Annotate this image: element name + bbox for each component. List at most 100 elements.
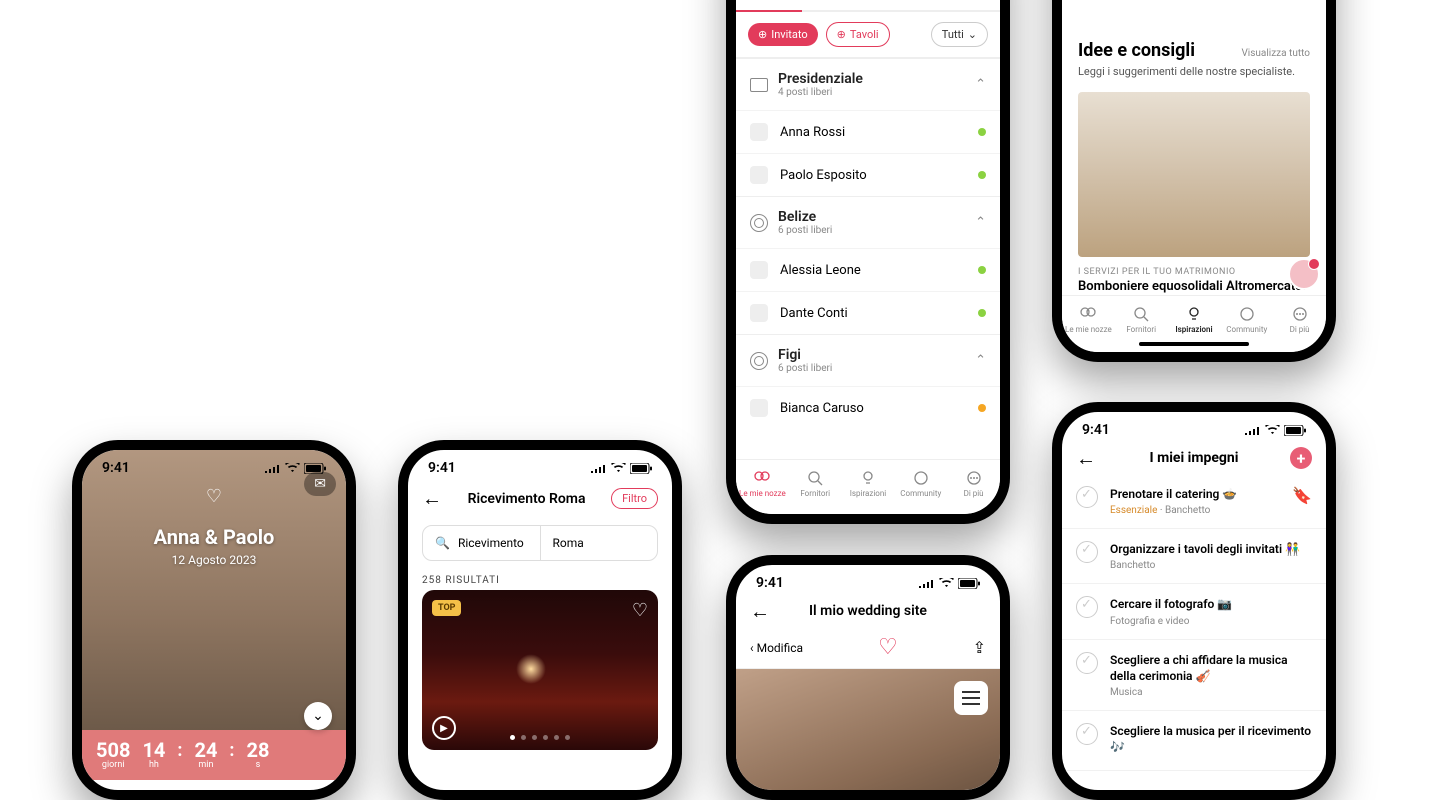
phone-dashboard: 9:41 ♡ ✉ Anna & Paolo 12 Agosto 2023 508… <box>72 440 356 800</box>
status-bar: 9:41 <box>82 450 346 480</box>
task-row[interactable]: Prenotare il catering 🍲 Essenziale · Ban… <box>1062 474 1326 529</box>
status-dot <box>978 404 986 412</box>
result-count: 258 RISULTATI <box>408 569 672 590</box>
back-button[interactable]: ← <box>422 486 442 511</box>
share-icon[interactable]: ⇪ <box>973 638 986 657</box>
battery-icon <box>630 463 652 474</box>
guest-row[interactable]: Alessia Leone <box>736 248 1000 291</box>
home-indicator <box>1139 342 1249 346</box>
task-checkbox[interactable] <box>1076 723 1098 745</box>
tab-community[interactable]: Community <box>894 470 947 498</box>
task-title: Prenotare il catering 🍲 <box>1110 486 1280 502</box>
carousel-dots[interactable] <box>422 735 658 740</box>
search-where[interactable]: Roma <box>553 536 584 550</box>
checkbox[interactable] <box>750 304 768 322</box>
table-section: Presidenziale 4 posti liberi ⌃ Anna Ross… <box>736 58 1000 196</box>
seats-free: 6 posti liberi <box>778 225 832 236</box>
filter-button[interactable]: Filtro <box>611 488 658 509</box>
cd-min: 24 <box>194 740 217 760</box>
phone-tasks: 9:41 ← I miei impegni + Prenotare il cat… <box>1052 402 1336 800</box>
view-all-link[interactable]: Visualizza tutto <box>1241 48 1310 59</box>
avatar-p: P <box>114 794 140 800</box>
tab-vendors[interactable]: Fornitori <box>1115 306 1168 334</box>
status-time: 9:41 <box>756 575 784 591</box>
expand-button[interactable]: ⌄ <box>304 702 332 730</box>
result-card[interactable]: TOP ♡ ▶ <box>422 590 658 750</box>
add-task-button[interactable]: + <box>1290 447 1312 469</box>
task-checkbox[interactable] <box>1076 541 1098 563</box>
bookmark-icon[interactable]: 🔖 <box>1292 486 1312 516</box>
tab-bar: Le mie nozze Fornitori Ispirazioni Commu… <box>736 459 1000 514</box>
tab-wedding[interactable]: Le mie nozze <box>1062 306 1115 334</box>
task-checkbox[interactable] <box>1076 652 1098 674</box>
status-bar: 9:41 <box>1062 412 1326 442</box>
assistant-bubble[interactable] <box>1288 258 1320 290</box>
favorite-icon[interactable]: ♡ <box>632 600 648 621</box>
task-checkbox[interactable] <box>1076 486 1098 508</box>
task-row[interactable]: Organizzare i tavoli degli invitati 👫 Ba… <box>1062 529 1326 584</box>
hero-image: ♡ ✉ Anna & Paolo 12 Agosto 2023 <box>82 450 346 730</box>
task-row[interactable]: Scegliere a chi affidare la musica della… <box>1062 640 1326 711</box>
table-icon <box>750 78 768 92</box>
search-what[interactable]: Ricevimento <box>458 536 524 550</box>
phone-site: 9:41 ← Il mio wedding site ‹ Modifica ♡ … <box>726 555 1010 800</box>
back-button[interactable]: ← <box>750 599 770 624</box>
guest-row[interactable]: Anna Rossi <box>736 110 1000 153</box>
status-time: 9:41 <box>1082 422 1110 438</box>
cd-hh: 14 <box>142 740 165 760</box>
checkbox[interactable] <box>750 123 768 141</box>
task-checkbox[interactable] <box>1076 596 1098 618</box>
cover-image <box>736 669 1000 800</box>
add-guest-button[interactable]: ⊕ Invitato <box>748 23 818 46</box>
cd-days: 508 <box>96 740 130 760</box>
edit-button[interactable]: ‹ Modifica <box>750 641 803 655</box>
status-time: 9:41 <box>428 460 456 476</box>
tab-more[interactable]: Di più <box>1273 306 1326 334</box>
checkbox[interactable] <box>750 399 768 417</box>
table-section: Figi 6 posti liberi ⌃ Bianca Caruso <box>736 334 1000 429</box>
tab-vendors[interactable]: Fornitori <box>789 470 842 498</box>
table-header[interactable]: Figi 6 posti liberi ⌃ <box>736 335 1000 386</box>
tab-inspiration[interactable]: Ispirazioni <box>842 470 895 498</box>
status-dot <box>978 309 986 317</box>
signal-icon <box>265 463 281 473</box>
checkbox[interactable] <box>750 261 768 279</box>
tab-inspiration[interactable]: Ispirazioni <box>1168 306 1221 334</box>
status-bar: 9:41 <box>408 450 672 480</box>
tab-more[interactable]: Di più <box>947 470 1000 498</box>
wifi-icon <box>611 463 626 473</box>
task-row[interactable]: Scegliere la musica per il ricevimento 🎶 <box>1062 711 1326 771</box>
couple-names: Anna & Paolo <box>154 525 275 549</box>
guest-row[interactable]: Bianca Caruso <box>736 386 1000 429</box>
task-title: Cercare il fotografo 📷 <box>1110 596 1312 612</box>
guest-name: Alessia Leone <box>780 263 861 278</box>
table-header[interactable]: Presidenziale 4 posti liberi ⌃ <box>736 59 1000 110</box>
task-title: Organizzare i tavoli degli invitati 👫 <box>1110 541 1312 557</box>
checkbox[interactable] <box>750 166 768 184</box>
cd-ss: 28 <box>247 740 270 760</box>
task-meta: Banchetto <box>1110 560 1312 571</box>
section-heading: Idee e consigli <box>1078 40 1195 61</box>
filter-all[interactable]: Tutti ⌄ <box>931 22 988 47</box>
table-header[interactable]: Belize 6 posti liberi ⌃ <box>736 197 1000 248</box>
phone-tables: ⊕ Invitato ⊕ Tavoli Tutti ⌄ Presidenzial… <box>726 0 1010 524</box>
task-row[interactable]: Cercare il fotografo 📷 Fotografia e vide… <box>1062 584 1326 639</box>
guest-name: Dante Conti <box>780 306 848 321</box>
heart-icon: ♡ <box>206 486 222 507</box>
guest-row[interactable]: Dante Conti <box>736 291 1000 334</box>
table-name: Figi <box>778 347 832 363</box>
article-title[interactable]: Bomboniere equosolidali Altromercato: <box>1062 279 1326 294</box>
guest-name: Anna Rossi <box>780 125 845 140</box>
status-time: 9:41 <box>102 460 130 476</box>
section-subtitle: Leggi i suggerimenti delle nostre specia… <box>1062 65 1326 88</box>
tab-community[interactable]: Community <box>1220 306 1273 334</box>
menu-button[interactable] <box>954 681 988 715</box>
search-bar[interactable]: 🔍Ricevimento Roma <box>422 525 658 561</box>
tab-wedding[interactable]: Le mie nozze <box>736 470 789 498</box>
add-table-button[interactable]: ⊕ Tavoli <box>826 22 890 47</box>
guest-row[interactable]: Paolo Esposito <box>736 153 1000 196</box>
article-image[interactable] <box>1078 92 1310 257</box>
page-title: Ricevimento Roma <box>468 491 586 507</box>
back-button[interactable]: ← <box>1076 446 1096 471</box>
avatars: A P <box>96 794 140 800</box>
